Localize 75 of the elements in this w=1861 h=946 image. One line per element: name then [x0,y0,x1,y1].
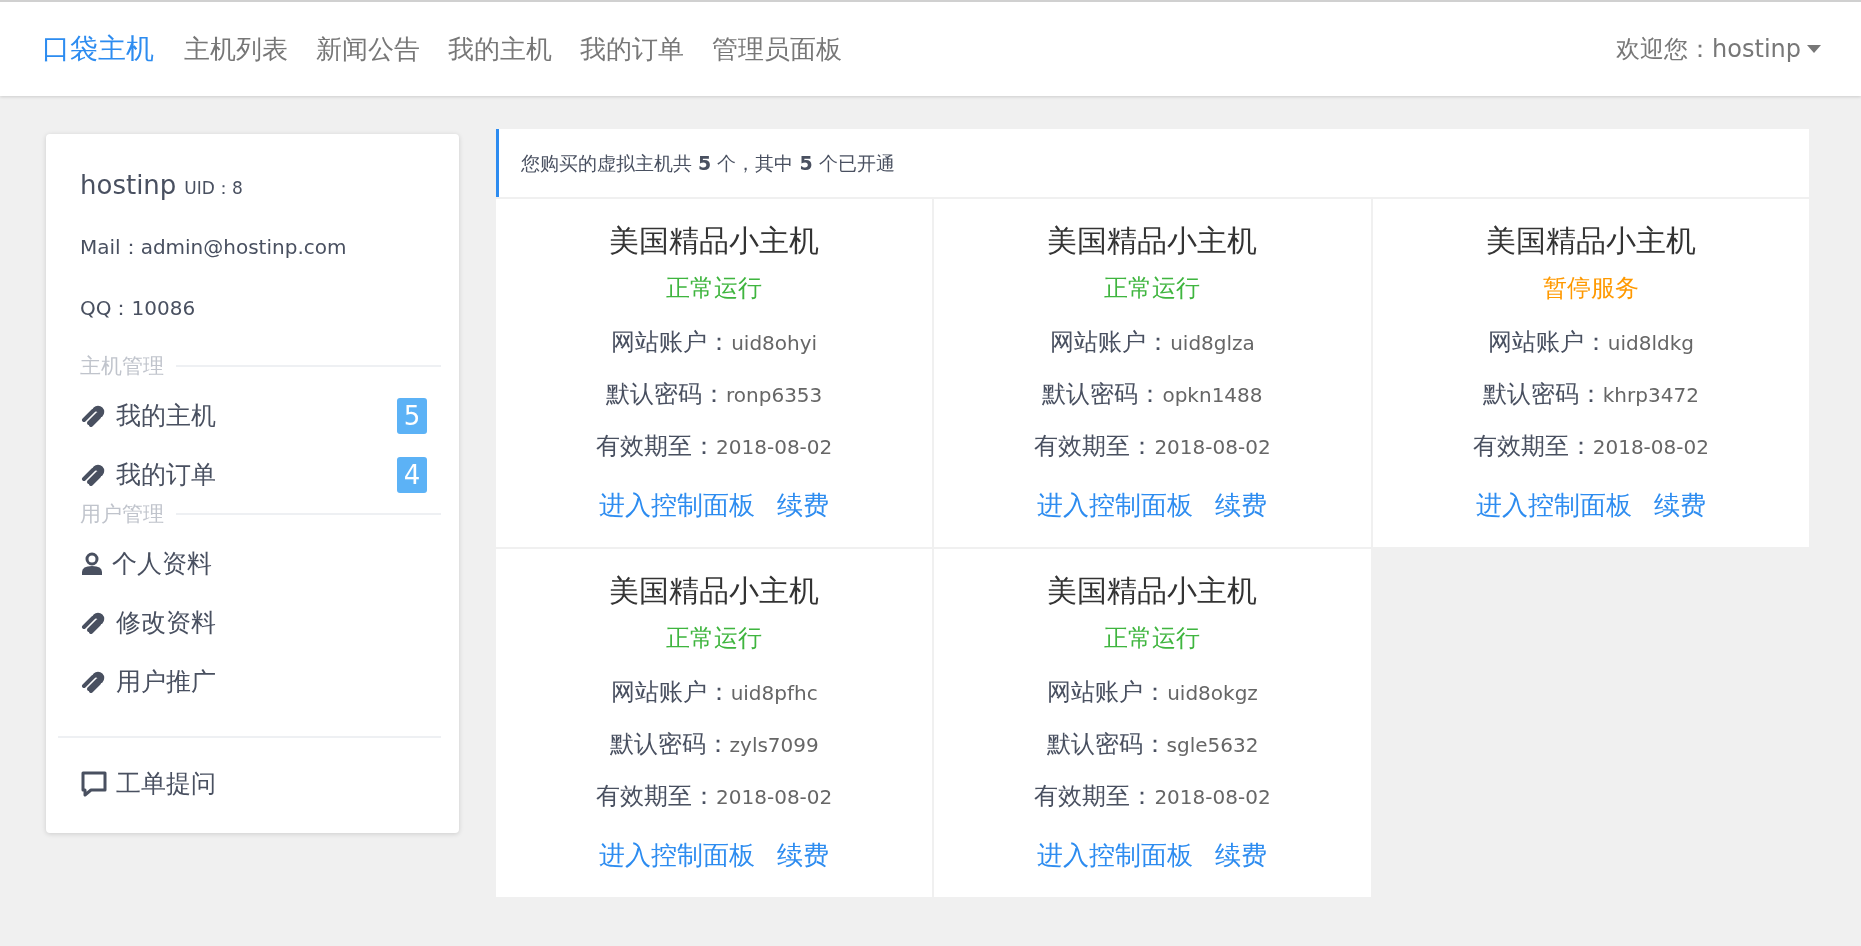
account-value: uid8glza [1170,331,1255,355]
expiry-label: 有效期至： [1472,431,1593,462]
password-value: opkn1488 [1162,383,1263,407]
password-label: 默认密码： [1046,729,1167,760]
caret-icon [1807,45,1821,53]
nav-link[interactable]: 我的订单 [580,31,684,67]
host-name: 美国精品小主机 [609,572,820,610]
password-value: zyls7099 [729,733,819,757]
chat-icon [80,769,108,798]
renew-link[interactable]: 续费 [1653,488,1706,523]
username: hostinp [80,170,177,200]
nav-link[interactable]: 我的主机 [448,31,552,67]
password-value: khrp3472 [1602,383,1699,407]
control-panel-link[interactable]: 进入控制面板 [599,488,756,523]
expiry-date: 2018-08-02 [1154,435,1271,459]
nav-link[interactable]: 主机列表 [184,31,288,67]
account-label: 网站账户： [1487,327,1608,358]
user-icon [80,551,104,576]
expiry-date: 2018-08-02 [1154,785,1271,809]
password-value: ronp6353 [726,383,823,407]
status-text: 正常运行 [666,623,763,654]
section-heading: 主机管理 [80,353,164,380]
account-label: 网站账户： [611,327,732,358]
control-panel-link[interactable]: 进入控制面板 [599,838,756,873]
expiry-label: 有效期至： [1034,431,1155,462]
account-label: 网站账户： [610,677,731,708]
status-text: 正常运行 [1104,273,1201,304]
renew-link[interactable]: 续费 [1215,838,1268,873]
account-value: uid8ohyi [731,331,818,355]
password-label: 默认密码： [606,379,726,410]
qq-text: QQ：10086 [80,295,197,322]
sidebar-item[interactable]: 修改资料 [80,593,441,652]
renew-link[interactable]: 续费 [777,488,830,523]
count-badge: 4 [397,456,427,493]
control-panel-link[interactable]: 进入控制面板 [1037,838,1194,873]
user-menu[interactable]: 欢迎您：hostinp [1616,33,1821,65]
sidebar-item[interactable]: 我的订单 4 [80,445,441,504]
host-name: 美国精品小主机 [1047,222,1258,260]
user-id: UID：8 [184,177,243,200]
host-name: 美国精品小主机 [609,222,820,260]
sidebar-item[interactable]: 我的主机 5 [80,386,441,445]
account-value: uid8ldkg [1607,331,1694,355]
account-label: 网站账户： [1047,677,1168,708]
password-label: 默认密码： [1482,379,1603,410]
renew-link[interactable]: 续费 [1215,488,1268,523]
password-value: sgle5632 [1166,733,1259,757]
notice-text: 您购买的虚拟主机共 5 个，其中 5 个已开通 [496,129,1809,197]
status-text: 暂停服务 [1542,273,1639,304]
host-name: 美国精品小主机 [1485,222,1696,260]
email-text: Mail：admin@hostinp.com [80,234,348,261]
control-panel-link[interactable]: 进入控制面板 [1475,488,1632,523]
status-text: 正常运行 [1104,623,1201,654]
sidebar-item[interactable]: 工单提问 [80,754,441,813]
expiry-date: 2018-08-02 [716,785,833,809]
account-value: uid8okgz [1167,681,1258,705]
expiry-date: 2018-08-02 [1592,435,1709,459]
expiry-label: 有效期至： [596,431,717,462]
section-heading: 用户管理 [80,501,164,528]
control-panel-link[interactable]: 进入控制面板 [1037,488,1194,523]
password-label: 默认密码： [1042,379,1163,410]
expiry-label: 有效期至： [596,781,717,812]
nav-link[interactable]: 新闻公告 [316,31,420,67]
host-name: 美国精品小主机 [1047,572,1258,610]
status-text: 正常运行 [666,273,763,304]
expiry-label: 有效期至： [1034,781,1155,812]
brand-link[interactable]: 口袋主机 [42,30,154,68]
account-value: uid8pfhc [730,681,818,705]
nav-link[interactable]: 管理员面板 [712,31,842,67]
renew-link[interactable]: 续费 [777,838,830,873]
count-badge: 5 [397,397,427,434]
expiry-date: 2018-08-02 [716,435,833,459]
password-label: 默认密码： [609,729,730,760]
account-label: 网站账户： [1050,327,1171,358]
sidebar-item[interactable]: 个人资料 [80,534,441,593]
sidebar-item[interactable]: 用户推广 [80,652,441,711]
